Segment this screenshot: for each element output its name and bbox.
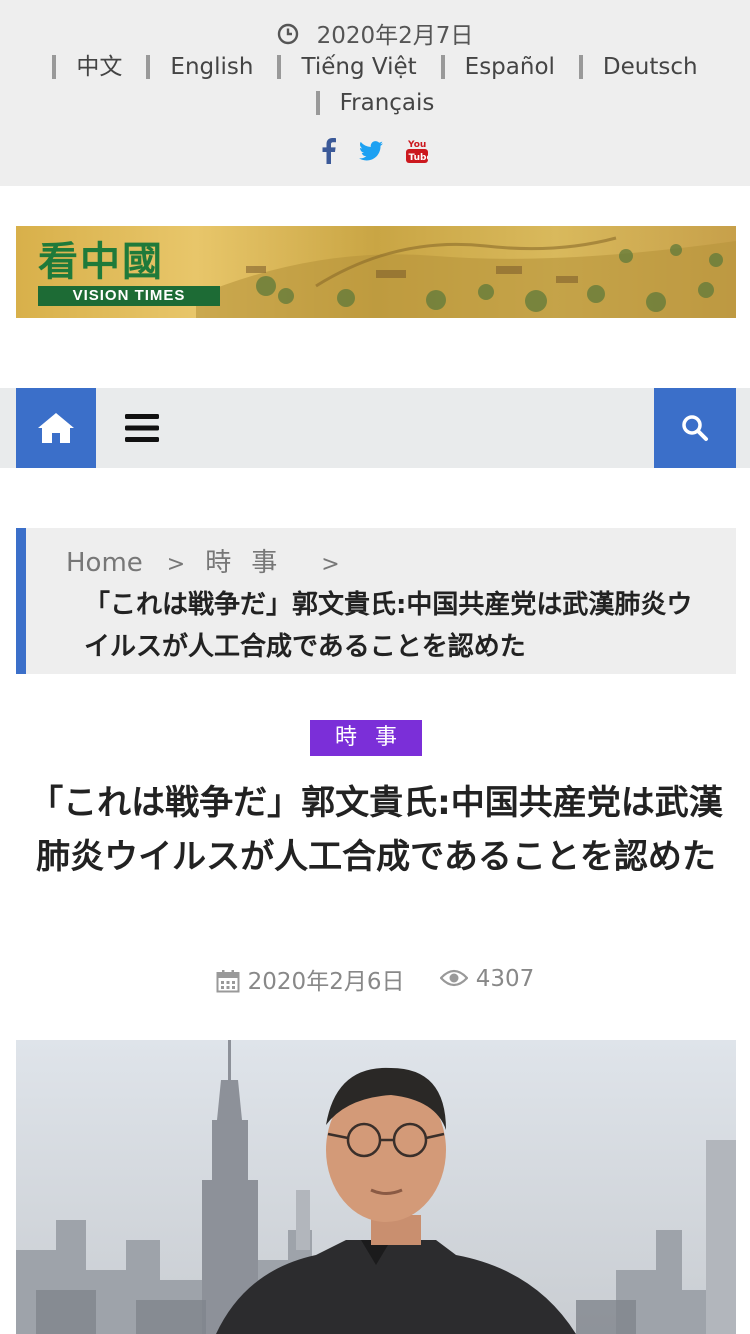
breadcrumb-current-title: 「これは戦争だ」郭文貴氏:中国共産党は武漢肺炎ウイルスが人工合成であることを認め… [84, 590, 693, 662]
article-title: 「これは戦争だ」郭文貴氏:中国共産党は武漢肺炎ウイルスが人工合成であることを認め… [29, 783, 723, 877]
site-banner[interactable]: 看中國 VISION TIMES [16, 226, 736, 318]
logo-english: VISION TIMES [38, 286, 220, 306]
search-button[interactable] [654, 388, 736, 468]
article-meta: 2020年2月6日 4307 [0, 962, 750, 996]
breadcrumb-home-link[interactable]: Home [66, 548, 143, 578]
social-links: You Tube [0, 138, 750, 168]
language-switcher: 中文 English Tiếng Việt Español Deutsch [0, 54, 750, 80]
article-featured-image[interactable] [16, 1040, 736, 1334]
breadcrumb-path: Home > 時事 > [66, 542, 360, 579]
top-bar: 2020年2月7日 中文 English Tiếng Việt Español Deut… [0, 0, 750, 186]
search-icon [682, 415, 708, 441]
hamburger-menu-icon [125, 414, 159, 442]
breadcrumb-category-link[interactable]: 時事 [205, 548, 297, 578]
language-link-chinese[interactable]: 中文 [52, 55, 122, 79]
youtube-icon[interactable]: You Tube [406, 138, 433, 168]
clock-icon [277, 23, 298, 44]
publish-date: 2020年2月6日 [216, 962, 405, 996]
category-badge[interactable]: 時事 [310, 720, 422, 756]
breadcrumb: Home > 時事 > 「これは戦争だ」郭文貴氏:中国共産党は武漢肺炎ウイルスが人工合… [16, 528, 736, 674]
facebook-icon[interactable] [322, 138, 336, 168]
language-link-german[interactable]: Deutsch [578, 55, 698, 79]
view-count-text: 4307 [475, 966, 535, 992]
publish-date-text: 2020年2月6日 [247, 969, 405, 995]
breadcrumb-separator: > [321, 552, 340, 577]
main-navigation [0, 388, 750, 468]
city-skyline-portrait-image [16, 1040, 736, 1334]
menu-button[interactable] [112, 388, 172, 468]
home-icon [38, 413, 74, 443]
language-link-french[interactable]: Français [315, 91, 434, 115]
language-link-vietnamese[interactable]: Tiếng Việt [277, 55, 417, 79]
breadcrumb-separator: > [166, 552, 186, 577]
eye-icon [439, 969, 469, 986]
current-date: 2020年2月7日 [316, 23, 474, 49]
calendar-icon [216, 969, 240, 992]
view-count: 4307 [439, 966, 535, 992]
twitter-icon[interactable] [359, 141, 383, 165]
language-link-spanish[interactable]: Español [440, 55, 555, 79]
language-link-english[interactable]: English [146, 55, 253, 79]
svg-text:You: You [407, 140, 426, 150]
language-switcher-row2: Français [0, 90, 750, 116]
logo-chinese: 看中國 [38, 238, 164, 285]
home-button[interactable] [16, 388, 96, 468]
current-date-row: 2020年2月7日 [0, 16, 750, 50]
svg-text:Tube: Tube [409, 153, 429, 163]
